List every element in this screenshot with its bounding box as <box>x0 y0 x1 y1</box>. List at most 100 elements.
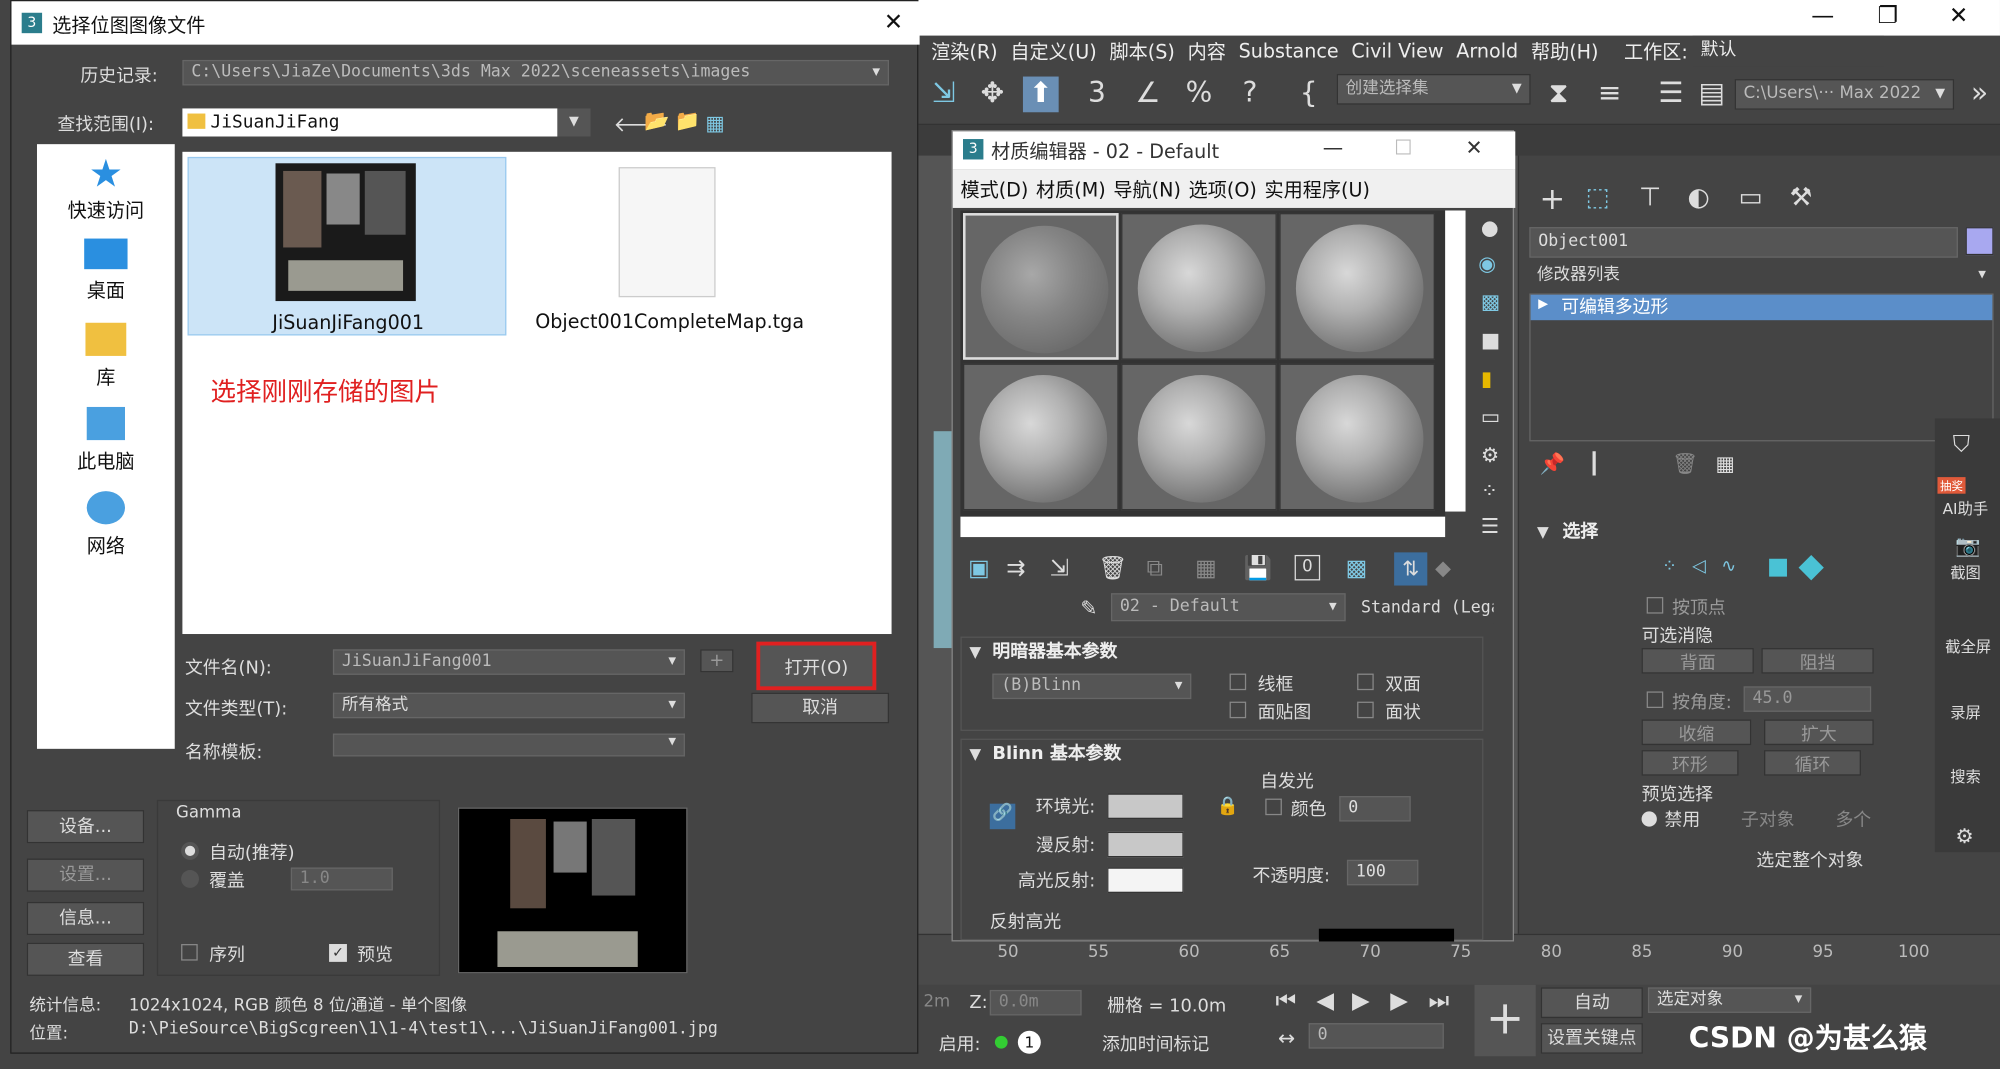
material-navigator-icon[interactable]: ☰ <box>1481 514 1499 538</box>
rollout-collapse-icon[interactable]: ▼ <box>969 745 981 763</box>
generic-file-icon[interactable] <box>618 167 716 298</box>
set-key-button[interactable]: 设置关键点 <box>1540 1023 1643 1054</box>
polygon-level-icon[interactable] <box>1769 558 1787 577</box>
wire-checkbox[interactable] <box>1229 673 1247 691</box>
select-object-icon[interactable]: ⬆ <box>1022 76 1059 113</box>
close-icon[interactable]: ✕ <box>884 9 903 36</box>
collapse-arrow-icon[interactable]: ▼ <box>1537 523 1549 541</box>
video-color-check-icon[interactable]: ▮ <box>1481 366 1492 390</box>
material-name-dropdown[interactable]: 02 - Default ▼ <box>1110 593 1346 622</box>
modifier-list-dropdown[interactable]: 修改器列表 ▼ <box>1529 262 1994 291</box>
sample-slot-active[interactable] <box>963 213 1119 360</box>
maximize-icon[interactable]: ☐ <box>1394 135 1412 159</box>
scene-explorer-icon[interactable]: ▤ <box>1694 77 1730 113</box>
look-in-dropdown[interactable]: JiSuanJiFang <box>182 108 558 137</box>
new-folder-icon[interactable]: 📁 <box>675 108 700 132</box>
make-preview-icon[interactable]: ▭ <box>1481 404 1500 428</box>
place-network[interactable]: 网络 <box>37 491 175 559</box>
object-name-field[interactable]: Object001 <box>1529 227 1958 258</box>
expand-arrow-icon[interactable]: ▶ <box>1538 297 1548 311</box>
background-icon[interactable]: ▩ <box>1481 290 1500 314</box>
overflow-chevron-icon[interactable]: » <box>1962 77 1998 113</box>
close-icon[interactable]: ✕ <box>1466 135 1483 159</box>
look-in-arrow-icon[interactable]: ▼ <box>557 108 591 137</box>
cancel-button[interactable]: 取消 <box>751 692 890 724</box>
fullscreen-shot-label[interactable]: 截全屏 <box>1945 635 1991 657</box>
camera-icon[interactable]: 📷 <box>1955 533 1980 557</box>
configure-sets-icon[interactable]: ▦ <box>1716 452 1735 476</box>
place-quick-access[interactable]: ★ 快速访问 <box>37 152 175 223</box>
align-icon[interactable]: ≡ <box>1592 77 1628 113</box>
mirror-icon[interactable]: ⧗ <box>1541 77 1577 113</box>
sample-slot[interactable] <box>1121 363 1277 511</box>
history-dropdown[interactable]: C:\Users\JiaZe\Documents\3ds Max 2022\sc… <box>182 59 890 86</box>
spinner-snap-icon[interactable]: ? <box>1232 77 1268 113</box>
add-time-tag-label[interactable]: 添加时间标记 <box>1102 1031 1209 1057</box>
menu-mode[interactable]: 模式(D) <box>960 175 1028 202</box>
make-unique-icon[interactable]: ⧉ <box>1147 555 1163 582</box>
menu-options[interactable]: 选项(O) <box>1189 175 1257 202</box>
lock-icon[interactable]: 🔒 <box>1217 796 1239 816</box>
menu-navigation[interactable]: 导航(N) <box>1113 175 1181 202</box>
diffuse-swatch[interactable] <box>1107 831 1184 858</box>
opacity-spinner[interactable]: 100 <box>1346 859 1419 886</box>
goto-start-icon[interactable]: ⏮ <box>1276 987 1297 1014</box>
face-map-checkbox[interactable] <box>1229 701 1247 719</box>
place-this-pc[interactable]: 此电脑 <box>37 406 175 475</box>
specular-swatch[interactable] <box>1107 867 1184 893</box>
play-icon[interactable]: ▶ <box>1352 987 1370 1014</box>
gamma-override-radio[interactable] <box>181 870 199 888</box>
settings-gear-icon[interactable]: ⚙ <box>1955 824 1973 848</box>
goto-end-icon[interactable]: ⏭ <box>1429 987 1450 1014</box>
layer-manager-icon[interactable]: ☰ <box>1653 77 1689 113</box>
pin-stack-icon[interactable]: 📌 <box>1540 452 1565 476</box>
key-mode-icon[interactable]: ↔ <box>1278 1026 1295 1050</box>
preview-disable-radio[interactable] <box>1641 811 1657 827</box>
project-path-dropdown[interactable]: C:\Users\··· Max 2022 ▼ <box>1734 79 1955 110</box>
bind-icon[interactable]: ⇲ <box>926 77 962 113</box>
backface-button[interactable]: 背面 <box>1641 648 1754 674</box>
gamma-auto-radio[interactable] <box>181 841 199 860</box>
self-illum-spinner[interactable]: 0 <box>1339 796 1411 822</box>
sample-type-icon[interactable]: ● <box>1481 216 1499 240</box>
edit-named-selection-icon[interactable]: { <box>1291 77 1327 113</box>
name-template-combo[interactable]: ▼ <box>332 733 685 757</box>
menu-script[interactable]: 脚本(S) <box>1109 38 1174 65</box>
devices-button[interactable]: 设备... <box>26 810 145 844</box>
x-coordinate-value[interactable]: 2m <box>923 992 950 1011</box>
display-tab-icon[interactable]: ▭ <box>1739 181 1763 212</box>
workspace-dropdown[interactable]: 默认 <box>1692 35 1885 67</box>
filetype-combo[interactable]: 所有格式 ▼ <box>332 692 685 719</box>
reset-map-icon[interactable]: 🗑 <box>1098 555 1127 582</box>
info-button[interactable]: 信息... <box>26 901 145 936</box>
current-frame-field[interactable]: 0 <box>1308 1023 1444 1049</box>
auto-key-button[interactable]: 自动 <box>1540 987 1643 1019</box>
remove-modifier-icon[interactable]: 🗑 <box>1672 452 1698 476</box>
menu-render[interactable]: 渲染(R) <box>931 38 998 65</box>
angle-snap-icon[interactable]: ∠ <box>1130 77 1166 113</box>
hierarchy-tab-icon[interactable]: ⊤ <box>1639 181 1661 212</box>
material-type-button[interactable]: Standard (Legac <box>1353 595 1494 624</box>
close-icon[interactable]: ✕ <box>1949 3 1968 30</box>
menu-substance[interactable]: Substance <box>1239 40 1339 63</box>
create-tab-icon[interactable]: + <box>1540 181 1566 217</box>
place-library[interactable]: 库 <box>37 322 175 391</box>
set-key-big-icon[interactable]: + <box>1474 984 1536 1057</box>
slots-vertical-scrollbar[interactable] <box>1445 210 1466 512</box>
sample-slot[interactable] <box>1279 213 1435 360</box>
next-frame-icon[interactable]: ▶ <box>1390 987 1408 1014</box>
sample-slot[interactable] <box>963 363 1119 511</box>
shader-type-dropdown[interactable]: (B)Blinn ▼ <box>992 673 1192 700</box>
menu-utilities[interactable]: 实用程序(U) <box>1264 175 1369 202</box>
show-end-result-icon[interactable]: ┃ <box>1588 452 1600 476</box>
setup-button[interactable]: 设置... <box>26 858 145 892</box>
screenshot-label[interactable]: 截图 <box>1950 561 1981 583</box>
slots-horizontal-scrollbar[interactable] <box>960 516 1446 538</box>
material-id-channel-icon[interactable]: 0 <box>1294 554 1321 581</box>
get-material-icon[interactable]: ▣ <box>968 555 990 582</box>
open-button[interactable]: 打开(O) <box>756 641 877 691</box>
motion-tab-icon[interactable]: ◐ <box>1687 181 1709 212</box>
faceted-checkbox[interactable] <box>1357 701 1374 719</box>
sample-slot[interactable] <box>1279 363 1435 511</box>
go-to-parent-icon[interactable]: ⬥ <box>1435 555 1451 582</box>
